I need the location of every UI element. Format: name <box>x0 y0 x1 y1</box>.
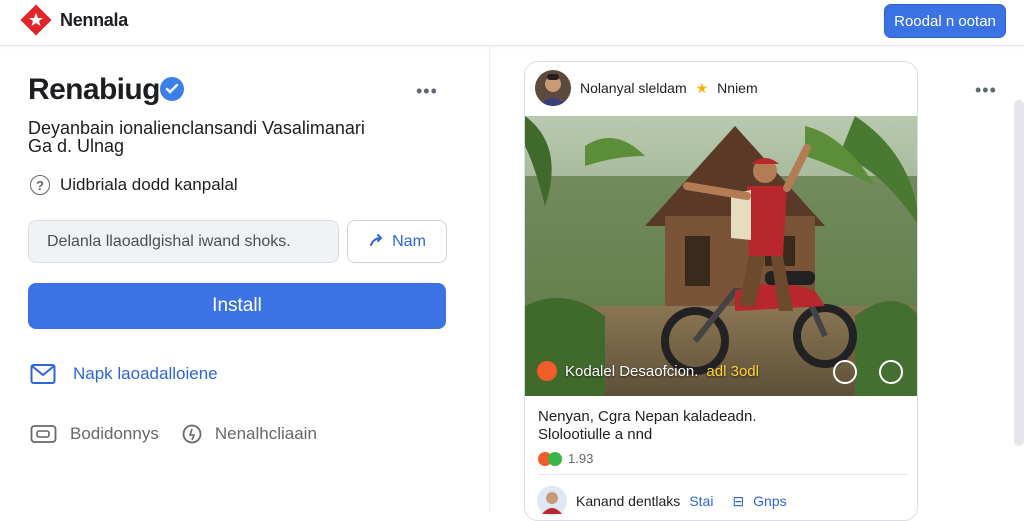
star-logo-icon[interactable] <box>20 4 52 36</box>
pin-icon <box>182 424 202 444</box>
more-icon[interactable]: ••• <box>416 81 438 102</box>
commenter-tag[interactable]: Stai <box>689 493 713 509</box>
mail-link-label: Napk laoadalloiene <box>73 364 218 383</box>
reaction-summary[interactable]: 1.93 <box>538 451 593 466</box>
post-text-line: Nenyan, Cgra Nepan kaladeadn. <box>538 408 757 425</box>
profile-panel: Renabiug ••• Deyanbain ionalienclansandi… <box>0 47 490 512</box>
brand-name[interactable]: Nennala <box>60 10 128 31</box>
card-icon <box>30 425 57 443</box>
description-line: Ga d. Ulnag <box>28 136 125 156</box>
post-text: Nenyan, Cgra Nepan kaladeadn. Slolootiul… <box>538 408 756 444</box>
commenter-name[interactable]: Kanand dentlaks <box>576 493 680 509</box>
help-text: Uidbriala dodd kanpalal <box>60 175 238 194</box>
install-button[interactable]: Install <box>28 283 446 329</box>
reaction-count: 1.93 <box>568 451 594 466</box>
profile-description: Deyanbain ionalienclansandi Vasalimanari… <box>28 119 428 155</box>
comment-action[interactable]: Gnps <box>753 493 786 509</box>
caption-highlight: adl 3odl <box>706 362 759 380</box>
help-icon: ? <box>30 175 50 195</box>
comment-action-icon: ⊟ <box>732 492 745 509</box>
name-button[interactable]: Nam <box>347 220 447 263</box>
divider <box>538 474 908 475</box>
post-author-suffix: Nniem <box>717 80 758 96</box>
star-icon: ★ <box>695 79 709 96</box>
avatar[interactable] <box>535 70 571 106</box>
name-button-label: Nam <box>392 232 426 250</box>
photo-caption: Kodalel Desaofcion. adl 3odl <box>537 361 759 381</box>
caption-text: Kodalel Desaofcion. <box>565 362 699 380</box>
share-icon <box>370 233 383 246</box>
bottom-left-link[interactable]: Bodidonnys <box>70 424 159 444</box>
post-card: Nolanyal sleldam ★ Nniem Kodalel Desaofc… <box>524 61 918 521</box>
mail-link[interactable]: Napk laoadalloiene <box>30 363 218 385</box>
scrollbar[interactable] <box>1014 100 1024 446</box>
reaction-like-icon <box>548 451 562 466</box>
more-icon[interactable]: ••• <box>975 80 997 101</box>
post-image <box>525 116 917 396</box>
play-control-icon[interactable] <box>833 360 857 384</box>
header-action-button[interactable]: Roodal n ootan <box>884 4 1006 38</box>
expand-control-icon[interactable] <box>879 360 903 384</box>
bottom-links: Bodidonnys Nenalhcliaain <box>30 423 317 445</box>
post-header: Nolanyal sleldam ★ Nniem <box>535 70 758 106</box>
post-text-line: Slolootiulle a nnd <box>538 426 653 443</box>
post-photo[interactable]: Kodalel Desaofcion. adl 3odl <box>525 116 917 396</box>
post-author[interactable]: Nolanyal sleldam <box>580 80 687 96</box>
top-bar: Nennala Roodal n ootan <box>0 0 1024 46</box>
help-row[interactable]: ? Uidbriala dodd kanpalal <box>30 175 238 195</box>
mail-icon <box>30 364 56 384</box>
description-line: Deyanbain ionalienclansandi Vasalimanari <box>28 118 365 138</box>
profile-name: Renabiug <box>28 73 160 106</box>
caption-badge-icon <box>537 361 557 381</box>
verified-icon <box>160 77 184 101</box>
bottom-right-link[interactable]: Nenalhcliaain <box>215 424 317 444</box>
search-input[interactable]: Delanla llaoadlgishal iwand shoks. <box>28 220 339 263</box>
